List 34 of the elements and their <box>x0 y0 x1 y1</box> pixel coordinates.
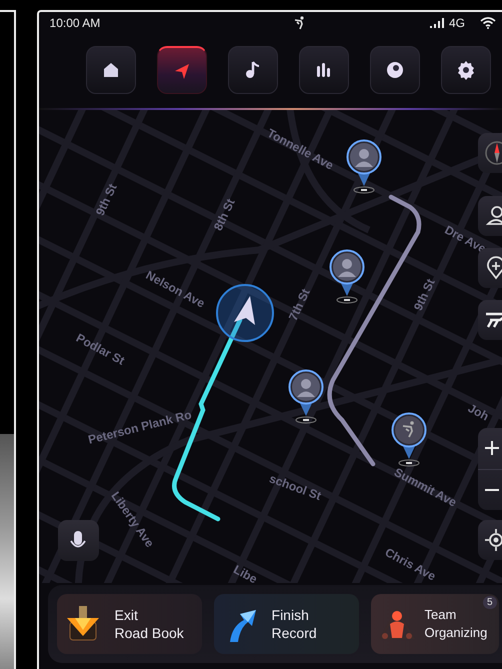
street-label: Chris Ave <box>382 545 438 583</box>
exit-road-book-button[interactable]: Exit Road Book <box>56 594 202 654</box>
street-label: 8th St <box>210 196 238 233</box>
voice-button[interactable] <box>58 520 99 561</box>
street-label: Peterson Plank Ro <box>86 408 192 447</box>
plus-icon <box>484 440 500 456</box>
network-type: 4G <box>449 16 466 30</box>
wifi-icon <box>480 17 496 29</box>
rider-icon <box>294 16 306 30</box>
nav-tab[interactable] <box>440 46 491 94</box>
nav-tab[interactable] <box>298 46 349 94</box>
team-organizing-button[interactable]: Team Organizing 5 <box>370 594 499 654</box>
nav-tab[interactable] <box>370 46 420 94</box>
finish-record-button[interactable]: Finish Record <box>214 594 359 654</box>
count-badge: 5 <box>482 596 497 609</box>
download-arrow-icon <box>64 606 101 642</box>
street-label: 9th St <box>92 182 120 218</box>
person-pin-icon[interactable] <box>288 369 324 425</box>
compass-icon <box>484 140 502 166</box>
minus-icon <box>484 488 500 491</box>
street-label: 7th St <box>285 286 312 323</box>
person-pin-icon[interactable] <box>328 249 365 305</box>
locate-icon <box>484 528 502 552</box>
double-stroke-icon <box>484 310 502 330</box>
signal-icon <box>430 18 444 28</box>
person-pin-icon[interactable] <box>346 139 382 195</box>
rider-pin-icon[interactable] <box>390 412 427 468</box>
street-label: 9th St <box>410 276 438 313</box>
person-marker-icon <box>484 204 502 228</box>
nav-tab[interactable] <box>228 46 278 94</box>
nav-tab[interactable] <box>86 46 136 94</box>
street-label: Joh <box>465 401 491 424</box>
status-time: 10:00 AM <box>50 16 100 30</box>
street-label: school St <box>267 471 323 504</box>
